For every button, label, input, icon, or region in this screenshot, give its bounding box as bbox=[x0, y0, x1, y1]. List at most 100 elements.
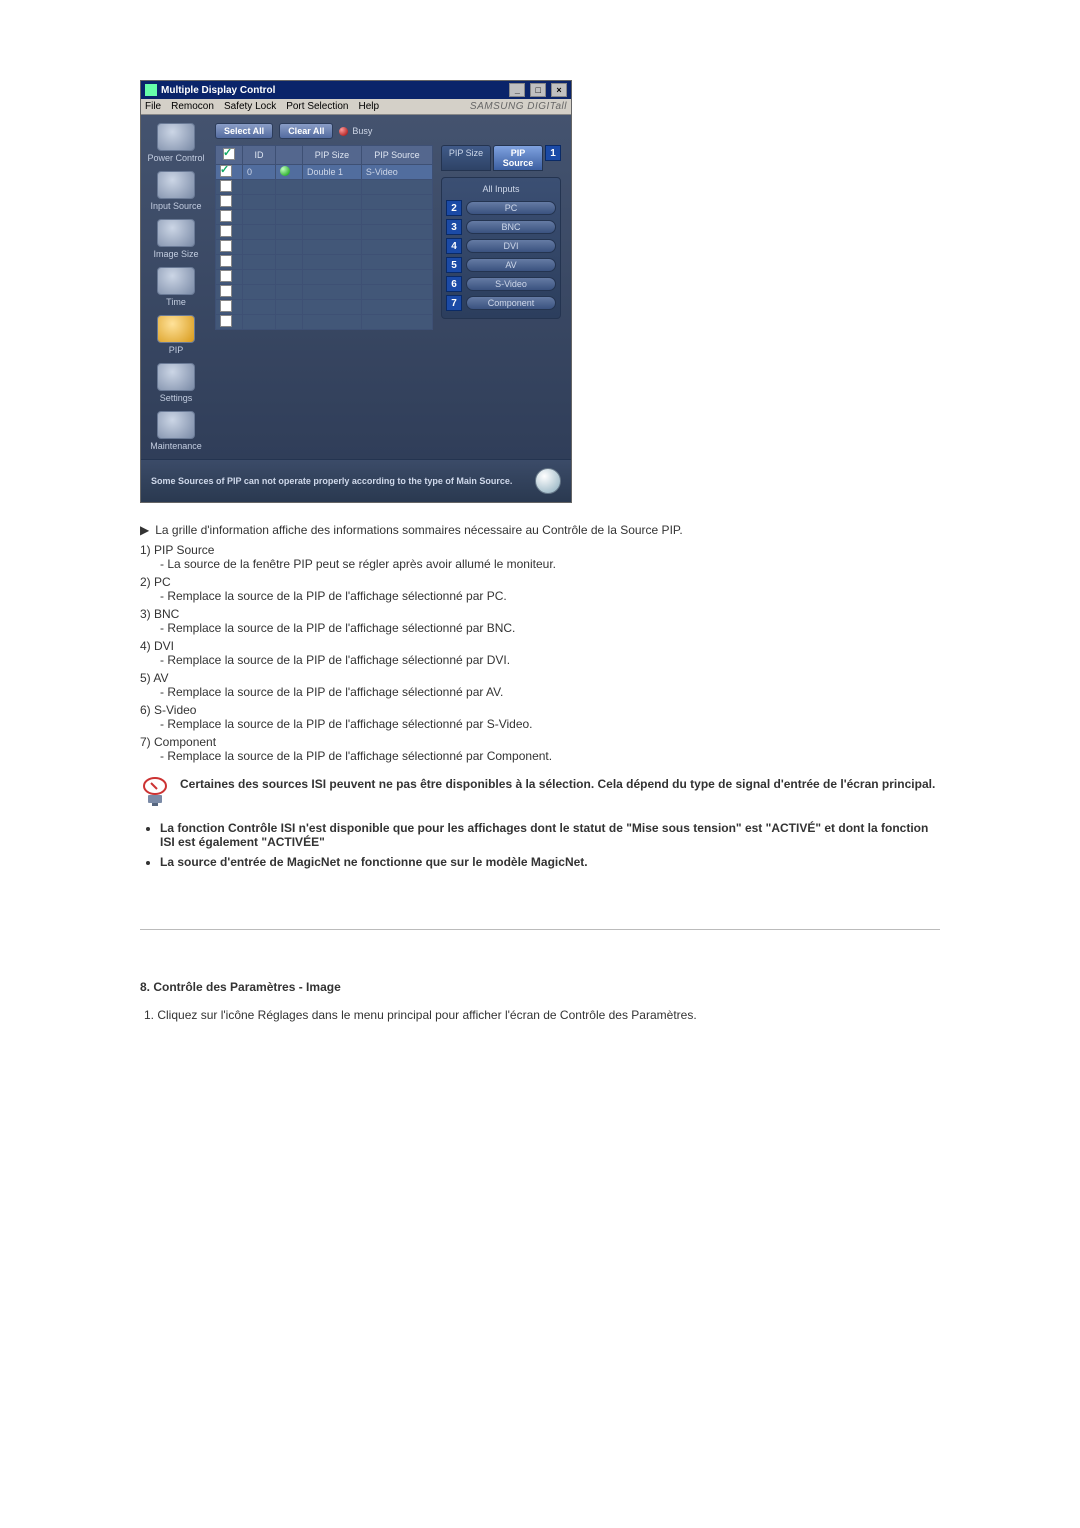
table-row[interactable] bbox=[216, 315, 433, 330]
table-row[interactable] bbox=[216, 300, 433, 315]
cell-pip-source bbox=[361, 195, 432, 210]
arrow-icon: ▶ bbox=[140, 523, 149, 537]
row-checkbox[interactable] bbox=[220, 315, 232, 327]
select-all-button[interactable]: Select All bbox=[215, 123, 273, 139]
sidebar-item-label: PIP bbox=[147, 345, 205, 355]
cell-pip-source bbox=[361, 285, 432, 300]
doc-item-desc: - La source de la fenêtre PIP peut se ré… bbox=[160, 557, 940, 571]
tab-pip-size[interactable]: PIP Size bbox=[441, 145, 491, 171]
input-button-component[interactable]: Component bbox=[466, 296, 556, 310]
input-button-pc[interactable]: PC bbox=[466, 201, 556, 215]
row-checkbox[interactable] bbox=[220, 180, 232, 192]
sidebar-item-image-size[interactable]: Image Size bbox=[147, 219, 205, 259]
maximize-button[interactable]: □ bbox=[530, 83, 546, 97]
help-icon bbox=[535, 468, 561, 494]
display-grid: ID PIP Size PIP Source 0Double 1S-Video bbox=[215, 145, 433, 330]
row-checkbox[interactable] bbox=[220, 225, 232, 237]
cell-pip-size bbox=[303, 300, 362, 315]
cell-pip-size bbox=[303, 315, 362, 330]
menu-remocon[interactable]: Remocon bbox=[171, 101, 214, 112]
table-row[interactable] bbox=[216, 225, 433, 240]
cell-id bbox=[243, 180, 276, 195]
menu-file[interactable]: File bbox=[145, 101, 161, 112]
table-row[interactable] bbox=[216, 180, 433, 195]
menu-safety-lock[interactable]: Safety Lock bbox=[224, 101, 276, 112]
table-row[interactable] bbox=[216, 255, 433, 270]
table-row[interactable] bbox=[216, 270, 433, 285]
header-checkbox[interactable] bbox=[223, 148, 235, 160]
cell-pip-source bbox=[361, 315, 432, 330]
bullet-1: La fonction Contrôle ISI n'est disponibl… bbox=[160, 821, 940, 849]
row-checkbox[interactable] bbox=[220, 210, 232, 222]
sidebar: Power Control Input Source Image Size Ti… bbox=[141, 115, 211, 459]
cell-id bbox=[243, 195, 276, 210]
input-source-icon bbox=[157, 171, 195, 199]
row-checkbox[interactable] bbox=[220, 285, 232, 297]
busy-dot-icon bbox=[339, 127, 348, 136]
input-button-bnc[interactable]: BNC bbox=[466, 220, 556, 234]
input-button-s-video[interactable]: S-Video bbox=[466, 277, 556, 291]
sidebar-item-label: Maintenance bbox=[147, 441, 205, 451]
section-title: 8. Contrôle des Paramètres - Image bbox=[140, 980, 940, 994]
table-row[interactable] bbox=[216, 285, 433, 300]
table-row[interactable] bbox=[216, 240, 433, 255]
doc-item-title: 3) BNC bbox=[140, 607, 940, 621]
intro-text: La grille d'information affiche des info… bbox=[155, 523, 682, 537]
cell-pip-size bbox=[303, 270, 362, 285]
sidebar-item-power-control[interactable]: Power Control bbox=[147, 123, 205, 163]
sidebar-item-maintenance[interactable]: Maintenance bbox=[147, 411, 205, 451]
doc-item-desc: - Remplace la source de la PIP de l'affi… bbox=[160, 653, 940, 667]
busy-indicator: Busy bbox=[339, 126, 372, 136]
tab-pip-source[interactable]: PIP Source bbox=[493, 145, 543, 171]
table-row[interactable]: 0Double 1S-Video bbox=[216, 165, 433, 180]
maintenance-icon bbox=[157, 411, 195, 439]
table-row[interactable] bbox=[216, 210, 433, 225]
row-checkbox[interactable] bbox=[220, 300, 232, 312]
cell-id bbox=[243, 285, 276, 300]
input-badge: 4 bbox=[446, 238, 462, 254]
table-row[interactable] bbox=[216, 195, 433, 210]
cell-id bbox=[243, 210, 276, 225]
row-checkbox[interactable] bbox=[220, 240, 232, 252]
sidebar-item-input-source[interactable]: Input Source bbox=[147, 171, 205, 211]
menu-help[interactable]: Help bbox=[358, 101, 379, 112]
doc-item: 7) Component- Remplace la source de la P… bbox=[140, 735, 940, 763]
all-inputs-label: All Inputs bbox=[446, 184, 556, 194]
cell-pip-source bbox=[361, 180, 432, 195]
app-icon bbox=[145, 84, 157, 96]
cell-pip-source bbox=[361, 300, 432, 315]
doc-item-title: 6) S-Video bbox=[140, 703, 940, 717]
section-step: 1. Cliquez sur l'icône Réglages dans le … bbox=[144, 1008, 940, 1022]
input-row-component: 7Component bbox=[446, 295, 556, 311]
input-row-pc: 2 PC bbox=[446, 200, 556, 216]
input-row-av: 5AV bbox=[446, 257, 556, 273]
minimize-button[interactable]: _ bbox=[509, 83, 525, 97]
input-button-dvi[interactable]: DVI bbox=[466, 239, 556, 253]
input-badge: 2 bbox=[446, 200, 462, 216]
doc-item-title: 2) PC bbox=[140, 575, 940, 589]
row-checkbox[interactable] bbox=[220, 165, 232, 177]
doc-item-title: 4) DVI bbox=[140, 639, 940, 653]
right-panel: PIP Size PIP Source 1 All Inputs 2PC3BNC… bbox=[441, 145, 561, 330]
row-checkbox[interactable] bbox=[220, 255, 232, 267]
tab-badge-1: 1 bbox=[545, 145, 561, 161]
image-size-icon bbox=[157, 219, 195, 247]
doc-item-desc: - Remplace la source de la PIP de l'affi… bbox=[160, 717, 940, 731]
close-button[interactable]: × bbox=[551, 83, 567, 97]
cell-pip-source bbox=[361, 210, 432, 225]
input-row-s-video: 6S-Video bbox=[446, 276, 556, 292]
menu-port-selection[interactable]: Port Selection bbox=[286, 101, 348, 112]
titlebar: Multiple Display Control _ □ × bbox=[141, 81, 571, 99]
row-checkbox[interactable] bbox=[220, 270, 232, 282]
doc-item-title: 5) AV bbox=[140, 671, 940, 685]
clear-all-button[interactable]: Clear All bbox=[279, 123, 333, 139]
doc-item: 6) S-Video- Remplace la source de la PIP… bbox=[140, 703, 940, 731]
sidebar-item-pip[interactable]: PIP bbox=[147, 315, 205, 355]
cell-id bbox=[243, 315, 276, 330]
row-checkbox[interactable] bbox=[220, 195, 232, 207]
sidebar-item-settings[interactable]: Settings bbox=[147, 363, 205, 403]
doc-item: 4) DVI- Remplace la source de la PIP de … bbox=[140, 639, 940, 667]
input-button-av[interactable]: AV bbox=[466, 258, 556, 272]
doc-item: 3) BNC- Remplace la source de la PIP de … bbox=[140, 607, 940, 635]
sidebar-item-time[interactable]: Time bbox=[147, 267, 205, 307]
